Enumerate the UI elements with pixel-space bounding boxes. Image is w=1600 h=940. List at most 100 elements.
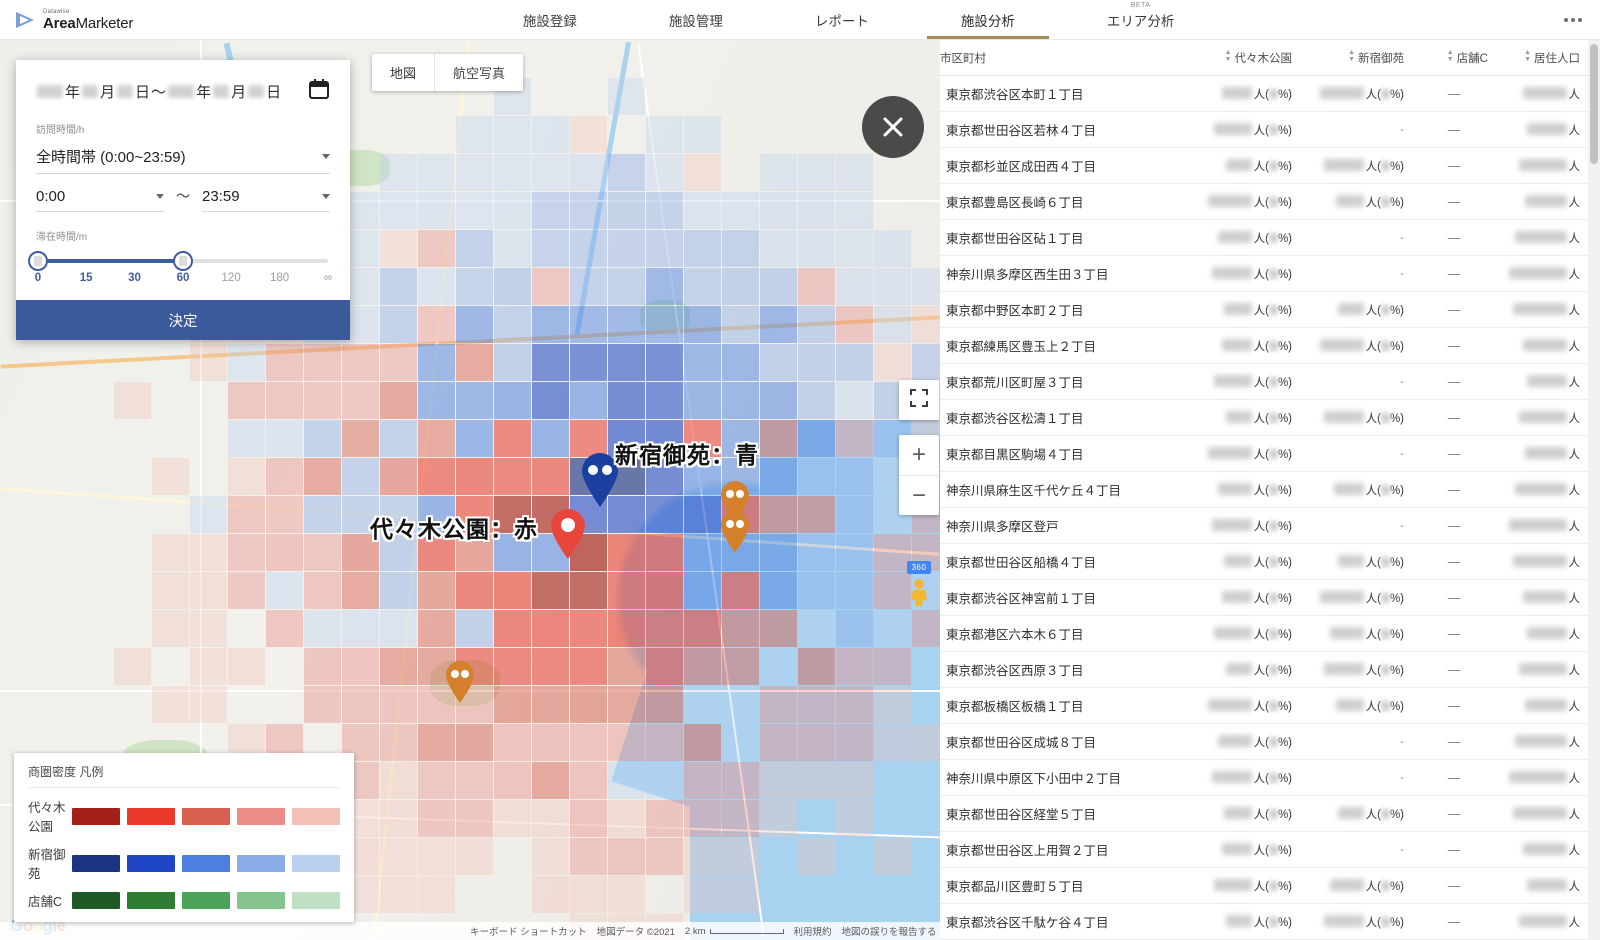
table-row[interactable]: 東京都豊島区長崎６丁目 人(%) 人(%) — 人 — [940, 183, 1588, 220]
slider-knob-end[interactable] — [173, 251, 193, 271]
slider-tick[interactable]: 15 — [80, 272, 93, 284]
heatmap-cell — [380, 420, 417, 457]
close-panel-button[interactable] — [862, 96, 924, 158]
slider-tick[interactable]: 60 — [177, 272, 190, 284]
table-scrollbar[interactable] — [1588, 40, 1600, 940]
nav-item-facility-analysis[interactable]: 施設分析 — [915, 0, 1061, 39]
cell-yoyogi-park: 人(%) — [1188, 867, 1300, 904]
map-zoom-in-button[interactable]: + — [899, 435, 939, 475]
stay-time-slider[interactable]: 0 15 30 60 120 180 ∞ — [28, 251, 332, 288]
masked-value — [1211, 266, 1252, 279]
brand-logo[interactable]: Datawise AreaMarketer — [0, 0, 133, 39]
masked-percent — [1380, 484, 1390, 495]
slider-tick[interactable]: 30 — [128, 272, 141, 284]
map-zoom-out-button[interactable]: − — [899, 475, 939, 515]
legend-label: 店舗C — [28, 895, 63, 909]
slider-tick[interactable]: 180 — [270, 272, 289, 284]
col-header-municipality[interactable]: 市区町村 — [940, 40, 1188, 76]
cell-municipality: 東京都目黒区駒場４丁目 — [940, 435, 1188, 472]
masked-value — [1335, 194, 1364, 207]
slider-tick[interactable]: ∞ — [324, 272, 332, 284]
time-from-select[interactable]: 0:00 — [36, 184, 164, 212]
table-row[interactable]: 東京都世田谷区経堂５丁目 人(%) 人(%) — 人 — [940, 795, 1588, 832]
sort-icon[interactable]: ▲ ▼ — [1225, 49, 1232, 63]
visit-time-label: 訪問時間/h — [36, 125, 85, 136]
nav-item-area-analysis[interactable]: BETA エリア分析 — [1061, 0, 1221, 39]
table-row[interactable]: 神奈川県麻生区千代ケ丘４丁目 人(%) 人(%) — 人 — [940, 471, 1588, 508]
results-table-pane[interactable]: 市区町村 ▲▼代々木公園 ▲▼新宿御苑 ▲▼店舗C ▲▼居住人口 — [940, 40, 1600, 940]
cell-empty: - — [1400, 519, 1404, 532]
slider-track[interactable] — [28, 251, 328, 271]
cell-shinjuku-gyoen: 人(%) — [1300, 147, 1412, 184]
table-row[interactable]: 東京都世田谷区船橋４丁目 人(%) 人(%) — 人 — [940, 543, 1588, 580]
heatmap-cell — [722, 268, 759, 305]
heatmap-cell — [532, 648, 569, 685]
table-row[interactable]: 東京都杉並区成田西４丁目 人(%) 人(%) — 人 — [940, 147, 1588, 184]
time-band-select[interactable]: 全時間帯 (0:00~23:59) — [36, 142, 330, 174]
map-pin-facility-c[interactable] — [443, 660, 477, 704]
map-pin-yoyogi-park[interactable] — [548, 508, 588, 560]
table-row[interactable]: 東京都渋谷区松濤１丁目 人(%) 人(%) — 人 — [940, 399, 1588, 436]
cell-population: 人 — [1496, 759, 1588, 796]
time-to-select[interactable]: 23:59 — [202, 184, 330, 212]
table-scrollbar-thumb[interactable] — [1590, 44, 1598, 164]
table-row[interactable]: 東京都港区六本木６丁目 人(%) 人(%) — 人 — [940, 615, 1588, 652]
close-icon — [880, 114, 906, 140]
slider-knob-start[interactable] — [28, 251, 48, 271]
table-row[interactable]: 東京都練馬区豊玉上２丁目 人(%) 人(%) — 人 — [940, 327, 1588, 364]
map-type-toggle[interactable]: 地図 航空写真 — [372, 54, 524, 91]
nav-item-report[interactable]: レポート — [769, 0, 915, 39]
table-row[interactable]: 東京都渋谷区千駄ケ谷４丁目 人(%) 人(%) — 人 — [940, 903, 1588, 940]
cell-population: 人 — [1496, 903, 1588, 940]
col-header-population[interactable]: ▲ ▼ 居住人口 — [1496, 40, 1588, 76]
terms-link[interactable]: 利用規約 — [794, 924, 832, 938]
table-row[interactable]: 東京都世田谷区成城８丁目 人(%) - — 人 — [940, 723, 1588, 760]
nav-item-facility-register[interactable]: 施設登録 — [477, 0, 623, 39]
heatmap-cell — [570, 154, 607, 191]
table-row[interactable]: 東京都世田谷区上用賀２丁目 人(%) - — 人 — [940, 831, 1588, 868]
heatmap-cell — [152, 686, 189, 723]
table-row[interactable]: 東京都渋谷区本町１丁目 人(%) 人(%) — 人 — [940, 75, 1588, 112]
table-row[interactable]: 神奈川県多摩区登戸 人(%) - — 人 — [940, 507, 1588, 544]
map-zoom-controls[interactable]: + − — [899, 435, 939, 515]
table-row[interactable]: 東京都世田谷区若林４丁目 人(%) - — 人 — [940, 111, 1588, 148]
cell-population: 人 — [1496, 363, 1588, 400]
table-row[interactable]: 東京都渋谷区西原３丁目 人(%) 人(%) — 人 — [940, 651, 1588, 688]
nav-item-facility-manage[interactable]: 施設管理 — [623, 0, 769, 39]
map-pin-facility-b[interactable] — [718, 510, 752, 554]
sort-icon[interactable]: ▲ ▼ — [1447, 49, 1454, 63]
keyboard-shortcuts-link[interactable]: キーボード ショートカット — [470, 924, 587, 938]
table-row[interactable]: 東京都世田谷区砧１丁目 人(%) - — 人 — [940, 219, 1588, 256]
slider-tick[interactable]: 0 — [35, 272, 41, 284]
col-header-store-c[interactable]: ▲ ▼ 店舗C — [1412, 40, 1496, 76]
calendar-icon[interactable] — [308, 78, 330, 105]
submit-button[interactable]: 決定 — [16, 300, 350, 340]
table-row[interactable]: 東京都目黒区駒場４丁目 人(%) - — 人 — [940, 435, 1588, 472]
cell-yoyogi-park: 人(%) — [1188, 147, 1300, 184]
map-streetview-pegman[interactable]: 360 — [899, 560, 939, 612]
map-fullscreen-button[interactable] — [899, 380, 939, 420]
map-type-map-button[interactable]: 地図 — [372, 54, 434, 91]
report-error-link[interactable]: 地図の誤りを報告する — [842, 924, 937, 938]
table-row[interactable]: 神奈川県多摩区西生田３丁目 人(%) - — 人 — [940, 255, 1588, 292]
heatmap-cell — [570, 762, 607, 799]
play-logo-icon — [14, 9, 36, 31]
table-row[interactable]: 東京都中野区本町２丁目 人(%) 人(%) — 人 — [940, 291, 1588, 328]
table-row[interactable]: 東京都板橋区板橋１丁目 人(%) 人(%) — 人 — [940, 687, 1588, 724]
heatmap-cell — [380, 648, 417, 685]
col-header-yoyogi-park[interactable]: ▲ ▼ 代々木公園 — [1188, 40, 1300, 76]
sort-icon[interactable]: ▲ ▼ — [1348, 49, 1355, 63]
cell-yoyogi-park: 人(%) — [1188, 759, 1300, 796]
heatmap-cell — [532, 610, 569, 647]
col-header-shinjuku-gyoen[interactable]: ▲ ▼ 新宿御苑 — [1300, 40, 1412, 76]
table-row[interactable]: 東京都品川区豊町５丁目 人(%) 人(%) — 人 — [940, 867, 1588, 904]
sort-icon[interactable]: ▲ ▼ — [1524, 49, 1531, 63]
map-type-satellite-button[interactable]: 航空写真 — [434, 54, 523, 91]
overflow-menu-icon[interactable] — [1564, 0, 1600, 39]
slider-tick[interactable]: 120 — [222, 272, 241, 284]
table-row[interactable]: 東京都渋谷区神宮前１丁目 人(%) 人(%) — 人 — [940, 579, 1588, 616]
table-row[interactable]: 神奈川県中原区下小田中２丁目 人(%) - — 人 — [940, 759, 1588, 796]
table-row[interactable]: 東京都荒川区町屋３丁目 人(%) - — 人 — [940, 363, 1588, 400]
heatmap-cell — [494, 648, 531, 685]
date-range-row[interactable]: 年 月 日 〜 年 月 日 — [36, 78, 330, 105]
